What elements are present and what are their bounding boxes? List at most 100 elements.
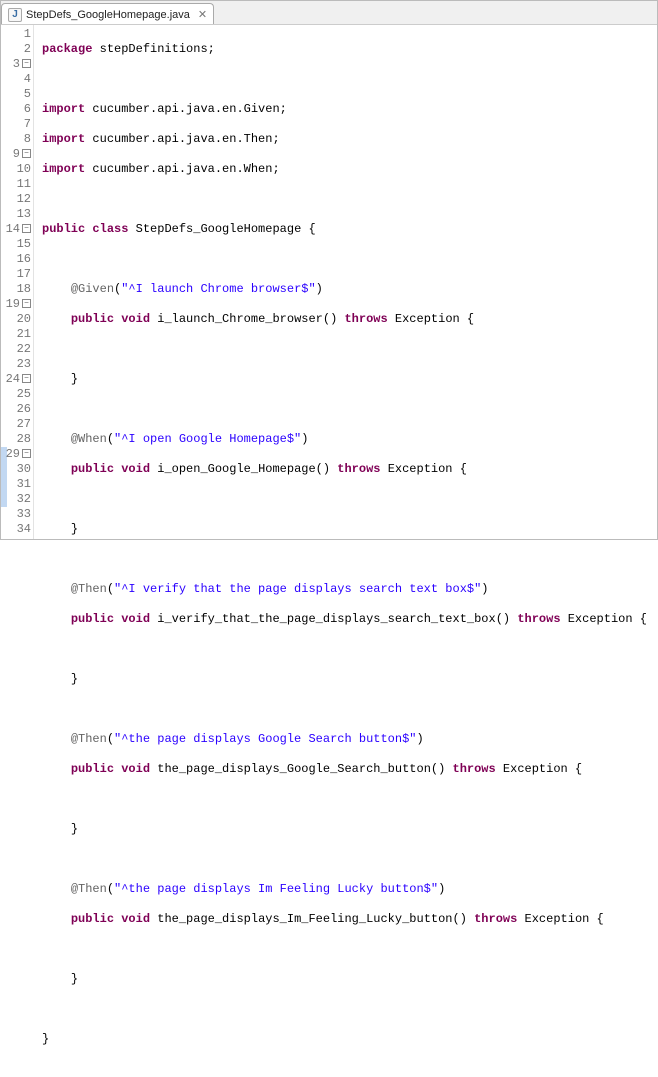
line-number: 18 — [15, 282, 31, 297]
editor-tab[interactable]: J StepDefs_GoogleHomepage.java ✕ — [1, 3, 214, 24]
line-number: 28 — [15, 432, 31, 447]
fold-icon[interactable]: − — [22, 59, 31, 68]
string-literal: "^I open Google Homepage$" — [114, 432, 301, 446]
annotation: @Given — [71, 282, 114, 296]
code-text: cucumber.api.java.en.Given; — [85, 102, 287, 116]
line-number: 4 — [15, 72, 31, 87]
code-text: ( — [107, 582, 114, 596]
line-number: 29 — [4, 447, 20, 462]
string-literal: "^the page displays Google Search button… — [114, 732, 416, 746]
line-number: 25 — [15, 387, 31, 402]
string-literal: "^I verify that the page displays search… — [114, 582, 481, 596]
keyword: public — [42, 222, 85, 236]
string-literal: "^the page displays Im Feeling Lucky but… — [114, 882, 438, 896]
fold-icon[interactable]: − — [22, 299, 31, 308]
keyword: throws — [344, 312, 387, 326]
keyword: throws — [337, 462, 380, 476]
line-number-gutter: 1 2 3− 4 5 6 7 8 9− 10 11 12 13 14− 15 1… — [1, 25, 33, 539]
annotation: @When — [71, 432, 107, 446]
keyword: public — [71, 462, 114, 476]
code-text: } — [71, 372, 78, 386]
editor-tab-bar: J StepDefs_GoogleHomepage.java ✕ — [1, 1, 657, 25]
fold-icon[interactable]: − — [22, 224, 31, 233]
keyword: void — [121, 312, 150, 326]
code-text: ) — [301, 432, 308, 446]
keyword: import — [42, 132, 85, 146]
keyword: public — [71, 312, 114, 326]
code-text: } — [71, 672, 78, 686]
line-number: 8 — [15, 132, 31, 147]
keyword: package — [42, 42, 92, 56]
line-number: 7 — [15, 117, 31, 132]
line-number: 19 — [4, 297, 20, 312]
line-number: 11 — [15, 177, 31, 192]
line-number: 16 — [15, 252, 31, 267]
code-text: cucumber.api.java.en.When; — [85, 162, 279, 176]
tab-filename: StepDefs_GoogleHomepage.java — [26, 9, 190, 21]
keyword: throws — [474, 912, 517, 926]
code-text: Exception { — [517, 912, 603, 926]
fold-icon[interactable]: − — [22, 149, 31, 158]
keyword: throws — [517, 612, 560, 626]
line-number: 1 — [15, 27, 31, 42]
keyword: void — [121, 762, 150, 776]
code-text: Exception { — [496, 762, 582, 776]
keyword: throws — [453, 762, 496, 776]
line-number: 12 — [15, 192, 31, 207]
line-number: 9 — [4, 147, 20, 162]
code-text: stepDefinitions; — [92, 42, 214, 56]
keyword: import — [42, 102, 85, 116]
keyword: public — [71, 912, 114, 926]
code-text: i_verify_that_the_page_displays_search_t… — [150, 612, 517, 626]
line-number: 27 — [15, 417, 31, 432]
code-text: ) — [316, 282, 323, 296]
line-number: 34 — [15, 522, 31, 537]
line-number: 17 — [15, 267, 31, 282]
code-text: the_page_displays_Google_Search_button() — [150, 762, 452, 776]
line-number: 6 — [15, 102, 31, 117]
line-number: 22 — [15, 342, 31, 357]
code-editor[interactable]: 1 2 3− 4 5 6 7 8 9− 10 11 12 13 14− 15 1… — [1, 25, 657, 539]
code-text: StepDefs_GoogleHomepage { — [128, 222, 315, 236]
code-text: ) — [481, 582, 488, 596]
keyword: void — [121, 462, 150, 476]
line-number: 5 — [15, 87, 31, 102]
code-text: ) — [438, 882, 445, 896]
keyword: void — [121, 612, 150, 626]
line-number: 15 — [15, 237, 31, 252]
keyword: import — [42, 162, 85, 176]
keyword: class — [92, 222, 128, 236]
fold-icon[interactable]: − — [22, 374, 31, 383]
line-number: 21 — [15, 327, 31, 342]
annotation: @Then — [71, 882, 107, 896]
code-text: ( — [107, 732, 114, 746]
code-text: Exception { — [381, 462, 467, 476]
line-number: 31 — [15, 477, 31, 492]
string-literal: "^I launch Chrome browser$" — [121, 282, 315, 296]
line-number: 3 — [4, 57, 20, 72]
line-number: 10 — [15, 162, 31, 177]
java-file-icon: J — [8, 8, 22, 22]
annotation: @Then — [71, 732, 107, 746]
line-number: 26 — [15, 402, 31, 417]
line-number: 2 — [15, 42, 31, 57]
code-text: ) — [416, 732, 423, 746]
close-icon[interactable]: ✕ — [198, 8, 207, 21]
line-number: 23 — [15, 357, 31, 372]
fold-icon[interactable]: − — [22, 449, 31, 458]
line-number: 24 — [4, 372, 20, 387]
code-text: i_launch_Chrome_browser() — [150, 312, 344, 326]
code-text: } — [71, 972, 78, 986]
code-area[interactable]: package stepDefinitions; import cucumber… — [33, 25, 657, 539]
annotation: @Then — [71, 582, 107, 596]
line-number: 20 — [15, 312, 31, 327]
line-number: 33 — [15, 507, 31, 522]
line-number: 13 — [15, 207, 31, 222]
line-number: 30 — [15, 462, 31, 477]
code-text: } — [42, 1032, 49, 1046]
code-text: i_open_Google_Homepage() — [150, 462, 337, 476]
line-number: 14 — [4, 222, 20, 237]
code-text: Exception { — [388, 312, 474, 326]
code-text: cucumber.api.java.en.Then; — [85, 132, 279, 146]
keyword: void — [121, 912, 150, 926]
